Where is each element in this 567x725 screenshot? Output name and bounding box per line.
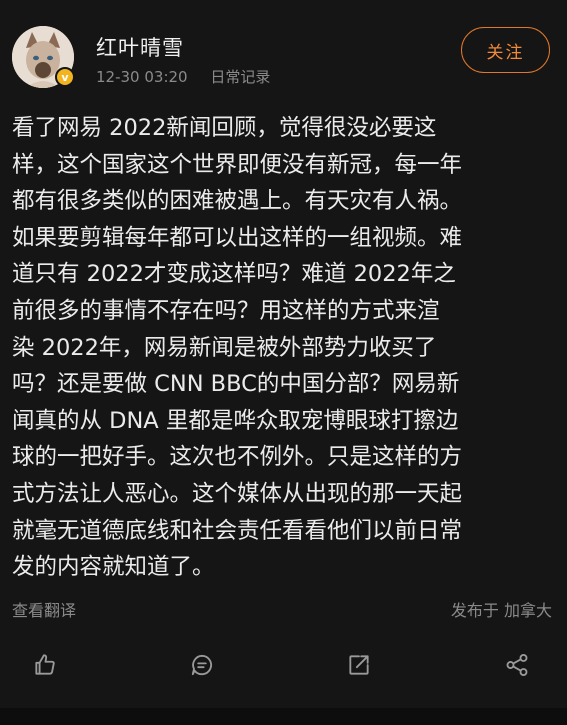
content-line: 道只有 2022才变成这样吗？难道 2022年之 — [12, 261, 456, 288]
verified-badge-icon: v — [55, 67, 75, 87]
category-label: 日常记录 — [210, 68, 271, 86]
comment-icon — [191, 654, 213, 676]
comment-button[interactable] — [187, 650, 217, 680]
content-line: 染 2022年，网易新闻是被外部势力收买了 — [12, 334, 437, 361]
like-button[interactable] — [30, 650, 60, 680]
content-line: 吗？还是要做 CNN BBC的中国分部？网易新 — [12, 371, 460, 398]
content-line: 式方法让人恶心。这个媒体从出现的那一天起 — [12, 480, 463, 507]
content-line: 就毫无道德底线和社会责任看看他们以前日常 — [12, 517, 463, 544]
share-button[interactable] — [502, 650, 532, 680]
repost-button[interactable] — [344, 650, 374, 680]
follow-button[interactable]: 关注 — [461, 27, 550, 73]
thumbs-up-icon — [35, 654, 55, 675]
timestamp: 12-30 03:20 — [96, 68, 188, 86]
content-line: 如果要剪辑每年都可以出这样的一组视频。难 — [12, 224, 463, 251]
post-footer: 查看翻译 发布于 加拿大 — [12, 597, 552, 621]
location-label: 发布于 加拿大 — [450, 601, 552, 620]
content-line: 样，这个国家这个世界即便没有新冠，每一年 — [12, 151, 463, 178]
share-nodes-icon — [506, 654, 528, 676]
action-bar — [0, 640, 567, 692]
content-line: 闻真的从 DNA 里都是哗众取宠博眼球打擦边 — [12, 407, 459, 434]
content-line: 球的一把好手。这次也不例外。只是这样的方 — [12, 444, 463, 471]
content-line: 都有很多类似的困难被遇上。有天灾有人祸。 — [12, 188, 463, 215]
translate-link[interactable]: 查看翻译 — [12, 597, 76, 621]
content-line: 前很多的事情不存在吗？用这样的方式来渲 — [12, 297, 440, 324]
content-line: 看了网易 2022新闻回顾，觉得很没必要这 — [12, 115, 437, 141]
username[interactable]: 红叶晴雪 — [96, 32, 184, 62]
post-meta: 12-30 03:20 日常记录 — [96, 66, 288, 87]
post-content: 看了网易 2022新闻回顾，觉得很没必要这 样，这个国家这个世界即便没有新冠，每… — [12, 110, 554, 586]
content-line: 发的内容就知道了。 — [12, 554, 215, 581]
post-header: v 红叶晴雪 12-30 03:20 日常记录 关注 — [0, 0, 567, 100]
share-icon — [349, 655, 369, 675]
bottom-divider — [0, 708, 567, 725]
